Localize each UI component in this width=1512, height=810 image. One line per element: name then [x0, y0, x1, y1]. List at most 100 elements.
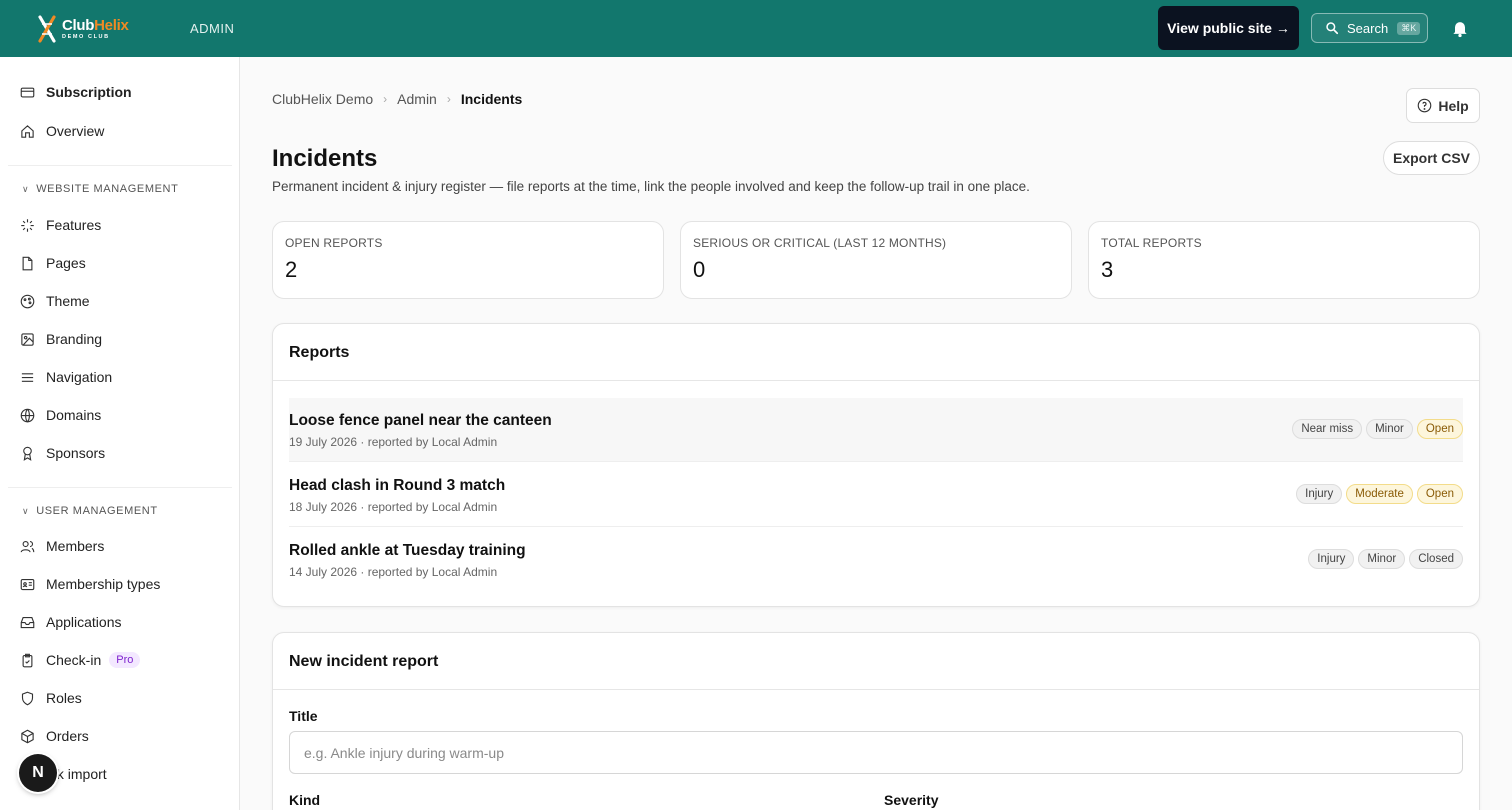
report-tags: Injury Minor Closed: [1308, 549, 1463, 569]
sidebar-item-sponsors[interactable]: Sponsors: [20, 443, 105, 463]
sidebar-item-check-in[interactable]: Check-in Pro: [20, 650, 141, 670]
globe-icon: [20, 408, 35, 423]
stat-label: OPEN REPORTS: [285, 236, 383, 250]
breadcrumb-current: Incidents: [460, 91, 523, 107]
severity-badge: Minor: [1366, 419, 1413, 439]
sidebar-item-subscription[interactable]: Subscription: [20, 82, 132, 102]
title-input[interactable]: [289, 731, 1463, 774]
clipboard-check-icon: [22, 653, 33, 667]
report-title: Head clash in Round 3 match: [289, 477, 506, 494]
users-icon: [20, 540, 35, 552]
chevron-down-icon: ∨: [22, 183, 30, 194]
menu-icon: [21, 372, 34, 382]
dev-tools-button[interactable]: N: [19, 754, 57, 792]
new-incident-card: New incident report: [272, 632, 1480, 810]
reports-card-title: Reports: [273, 324, 1479, 381]
sidebar-item-roles[interactable]: Roles: [20, 688, 82, 708]
chevron-right-icon: ›: [446, 92, 451, 106]
sidebar-item-branding[interactable]: Branding: [20, 329, 102, 349]
stat-label: SERIOUS OR CRITICAL (LAST 12 MONTHS): [693, 236, 947, 250]
pro-badge: Pro: [109, 652, 141, 668]
chevron-right-icon: ›: [383, 92, 388, 106]
stat-label: TOTAL REPORTS: [1101, 236, 1202, 250]
report-meta: 18 July 2026 · reported by Local Admin: [289, 500, 498, 514]
clubhelix-logo[interactable]: ClubHelix DEMO CLUB: [37, 14, 129, 44]
stat-value: 0: [693, 257, 706, 282]
sidebar-item-membership-types[interactable]: Membership types: [20, 574, 160, 594]
report-title: Loose fence panel near the canteen: [289, 412, 552, 429]
new-incident-title: New incident report: [273, 633, 1479, 690]
help-circle-icon: [1418, 98, 1432, 113]
kind-badge: Injury: [1308, 549, 1355, 569]
kind-badge: Near miss: [1292, 419, 1363, 439]
kind-field-label: Kind: [289, 792, 321, 808]
sidebar-item-members[interactable]: Members: [20, 536, 104, 556]
stat-card-open-reports: OPEN REPORTS 2: [272, 221, 664, 299]
export-csv-button[interactable]: Export CSV: [1383, 141, 1480, 175]
palette-icon: [20, 294, 35, 308]
breadcrumb-club[interactable]: ClubHelix Demo: [272, 91, 373, 107]
shield-icon: [21, 691, 34, 705]
home-icon: [21, 124, 34, 138]
status-badge: Open: [1416, 484, 1463, 504]
sidebar-divider: [8, 165, 232, 166]
sidebar-item-domains[interactable]: Domains: [20, 405, 101, 425]
breadcrumb-admin[interactable]: Admin: [397, 91, 437, 107]
chevron-down-icon: ∨: [22, 505, 30, 516]
report-row[interactable]: Loose fence panel near the canteen 19 Ju…: [289, 398, 1463, 462]
search-label: Search: [1347, 20, 1389, 36]
severity-badge: Moderate: [1346, 484, 1413, 504]
award-icon: [23, 446, 32, 461]
report-title: Rolled ankle at Tuesday training: [289, 542, 526, 559]
sidebar: Subscription Overview ∨ WEBSITE MANAGEME…: [0, 57, 240, 810]
bell-icon[interactable]: [1450, 18, 1470, 38]
sidebar-item-overview[interactable]: Overview: [20, 121, 104, 141]
logo-name: ClubHelix: [62, 16, 129, 34]
sidebar-item-applications[interactable]: Applications: [20, 612, 122, 632]
website-management-section[interactable]: ∨ WEBSITE MANAGEMENT: [22, 183, 178, 195]
sidebar-divider: [8, 487, 232, 488]
reports-card: Reports Loose fence panel near the cante…: [272, 323, 1480, 607]
view-public-site-button[interactable]: View public site →: [1158, 6, 1299, 50]
report-tags: Injury Moderate Open: [1296, 484, 1463, 504]
sidebar-item-features[interactable]: Features: [20, 215, 101, 235]
search-icon: [1326, 22, 1339, 35]
page-subtitle: Permanent incident & injury register — f…: [272, 179, 1030, 194]
report-row[interactable]: Rolled ankle at Tuesday training 14 July…: [289, 528, 1463, 592]
report-tags: Near miss Minor Open: [1292, 419, 1463, 439]
file-icon: [22, 256, 33, 270]
status-badge: Closed: [1409, 549, 1463, 569]
helix-logo-icon: [38, 15, 56, 43]
report-meta: 14 July 2026 · reported by Local Admin: [289, 565, 498, 579]
sidebar-item-theme[interactable]: Theme: [20, 291, 90, 311]
severity-badge: Minor: [1358, 549, 1406, 569]
title-field-label: Title: [289, 708, 318, 724]
report-row[interactable]: Head clash in Round 3 match 18 July 2026…: [289, 463, 1463, 527]
id-card-icon: [20, 578, 35, 590]
sidebar-item-navigation[interactable]: Navigation: [20, 367, 112, 387]
logo-subtitle: DEMO CLUB: [62, 33, 110, 40]
page-title: Incidents: [272, 145, 378, 172]
status-badge: Open: [1416, 419, 1463, 439]
credit-card-icon: [20, 87, 35, 97]
severity-field-label: Severity: [884, 792, 939, 808]
sidebar-item-pages[interactable]: Pages: [20, 253, 86, 273]
kind-badge: Injury: [1296, 484, 1343, 504]
breadcrumb: ClubHelix Demo › Admin › Incidents: [272, 91, 522, 107]
stat-value: 3: [1101, 257, 1114, 282]
search-button[interactable]: Search ⌘K: [1311, 13, 1428, 43]
top-bar: ClubHelix DEMO CLUB ADMIN View public si…: [0, 0, 1512, 57]
admin-label: ADMIN: [190, 21, 235, 36]
stat-card-total-reports: TOTAL REPORTS 3: [1088, 221, 1480, 299]
stat-value: 2: [285, 257, 298, 282]
sidebar-item-orders[interactable]: Orders: [20, 726, 89, 746]
sparkle-icon: [21, 218, 34, 232]
stat-card-serious-critical: SERIOUS OR CRITICAL (LAST 12 MONTHS) 0: [680, 221, 1072, 299]
user-management-section[interactable]: ∨ USER MANAGEMENT: [22, 505, 158, 517]
inbox-icon: [20, 616, 35, 628]
search-shortcut: ⌘K: [1397, 21, 1421, 35]
help-button[interactable]: Help: [1406, 88, 1480, 123]
image-icon: [21, 332, 34, 346]
package-icon: [21, 729, 34, 743]
report-meta: 19 July 2026 · reported by Local Admin: [289, 435, 498, 449]
